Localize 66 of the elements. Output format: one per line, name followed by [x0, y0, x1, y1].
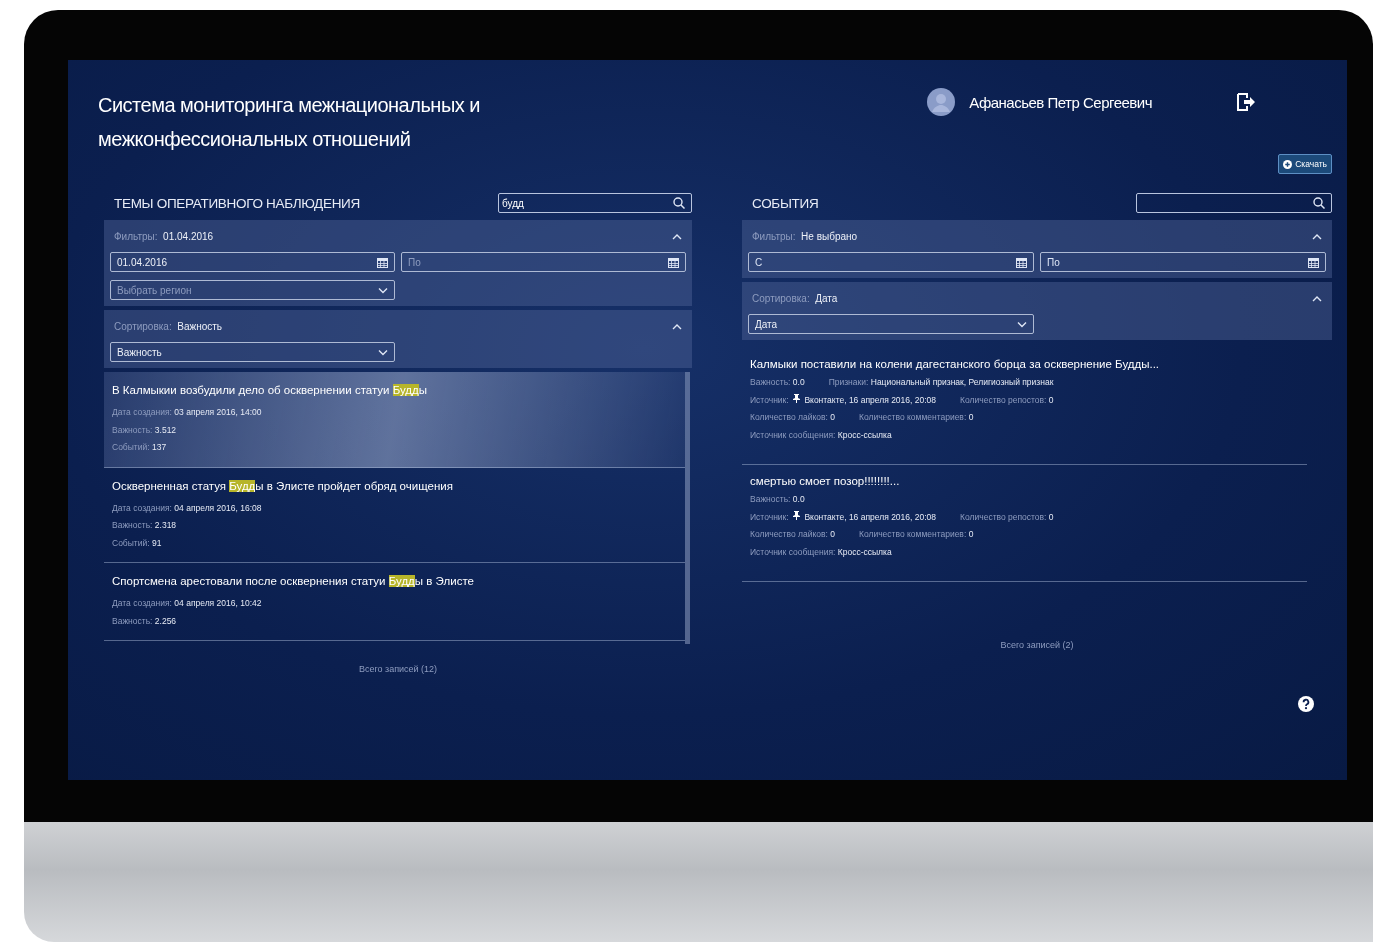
section-label: Фильтры: Не выбрано — [752, 230, 858, 242]
app-title: Система мониторинга межнациональных и межконфессиональных отношений — [98, 93, 481, 152]
dropdown-select[interactable]: Выбрать регион — [110, 280, 395, 300]
date-field[interactable]: 01.04.2016 — [110, 252, 395, 272]
section-label: Сортировка: Дата — [752, 292, 838, 304]
meta-text: Признаки: Национальный признак, Религиозный признак — [828, 376, 1054, 389]
user-avatar-icon — [927, 88, 956, 116]
download-button[interactable]: Скачать — [1278, 154, 1332, 174]
dropdown-select[interactable]: Важность — [110, 342, 395, 362]
meta-text: Количество лайков: 0 — [750, 411, 835, 424]
topic-item[interactable]: Оскверненная статуя Будды в Элисте пройдет обряд очищения Дата создания: 04 апреля 2016, 16:08 Важность: 2.318 Событий: 91 — [104, 467, 685, 563]
meta-text: Важность: 0.0 — [750, 376, 805, 389]
pin-icon — [793, 510, 801, 520]
event-item[interactable]: смертью смоет позор!!!!!!!!... Важность: 0.0 Источник: Вконтакте, 16 апреля 2016, 20:08 Количество репостов: 0 Количество лайков: 0 Количество комментариев: 0 Источник сообщения: Кросс-ссылка — [742, 465, 1307, 582]
panel-heading: СОБЫТИЯ — [752, 195, 819, 211]
user-name: Афанасьев Петр Сергеевич — [969, 93, 1152, 111]
date-field[interactable]: По — [401, 252, 686, 272]
calendar-icon[interactable] — [1308, 256, 1319, 268]
meta-text: Количество лайков: 0 — [750, 528, 835, 541]
search-icon[interactable] — [673, 197, 685, 209]
meta-text: Событий: 137 — [112, 441, 167, 454]
total-records: Всего записей (2) — [999, 640, 1075, 650]
collapse-chevron-icon[interactable] — [1312, 232, 1322, 240]
meta-text: Количество репостов: 0 — [960, 393, 1054, 407]
item-title: Оскверненная статуя Будды в Элисте пройдет обряд очищения — [112, 479, 454, 492]
search-icon[interactable] — [1313, 197, 1325, 209]
total-records: Всего записей (12) — [357, 664, 439, 674]
meta-text: Важность: 2.256 — [112, 614, 177, 628]
meta-text: Дата создания: 04 апреля 2016, 16:08 — [112, 501, 262, 515]
scrollbar[interactable] — [685, 372, 690, 644]
meta-text: Важность: 3.512 — [112, 423, 177, 437]
search-field[interactable] — [1136, 193, 1332, 213]
meta-text: Количество комментариев: 0 — [859, 528, 974, 541]
meta-text: Событий: 91 — [112, 536, 162, 550]
calendar-icon[interactable] — [1016, 256, 1027, 268]
panel-heading: ТЕМЫ ОПЕРАТИВНОГО НАБЛЮДЕНИЯ — [114, 195, 360, 211]
section-label: Фильтры: 01.04.2016 — [114, 230, 214, 242]
item-title: Калмыки поставили на колени дагестанского борца за осквернение Будды... — [750, 358, 1161, 370]
meta-text: Дата создания: 04 апреля 2016, 10:42 — [112, 597, 262, 610]
search-field[interactable]: будд — [498, 193, 692, 213]
item-title: смертью смоет позор!!!!!!!!... — [750, 475, 901, 487]
plus-circle-icon — [1283, 159, 1293, 169]
meta-text: Источник сообщения: Кросс-ссылка — [750, 428, 892, 442]
meta-text: Источник сообщения: Кросс-ссылка — [750, 545, 892, 559]
collapse-chevron-icon[interactable] — [1312, 294, 1322, 302]
dropdown-chevron-icon[interactable] — [378, 348, 388, 356]
help-icon[interactable] — [1298, 696, 1314, 712]
meta-text: Источник: Вконтакте, 16 апреля 2016, 20:08 — [750, 509, 937, 524]
calendar-icon[interactable] — [668, 256, 679, 268]
meta-text: Источник: Вконтакте, 16 апреля 2016, 20:08 — [750, 392, 937, 407]
dropdown-chevron-icon[interactable] — [378, 286, 388, 294]
meta-text: Количество репостов: 0 — [960, 510, 1054, 524]
section-label: Сортировка: Важность — [114, 320, 223, 332]
meta-text: Количество комментариев: 0 — [859, 411, 974, 424]
dropdown-select[interactable]: Дата — [748, 314, 1034, 334]
collapse-chevron-icon[interactable] — [672, 322, 682, 330]
pin-icon — [793, 393, 801, 403]
collapse-chevron-icon[interactable] — [672, 232, 682, 240]
meta-text: Дата создания: 03 апреля 2016, 14:00 — [112, 406, 262, 419]
date-field[interactable]: По — [1040, 252, 1326, 272]
logout-icon[interactable] — [1236, 93, 1256, 111]
meta-text: Важность: 0.0 — [750, 493, 805, 506]
dropdown-chevron-icon[interactable] — [1017, 320, 1027, 328]
calendar-icon[interactable] — [377, 256, 388, 268]
date-field[interactable]: С — [748, 252, 1034, 272]
meta-text: Важность: 2.318 — [112, 519, 177, 532]
